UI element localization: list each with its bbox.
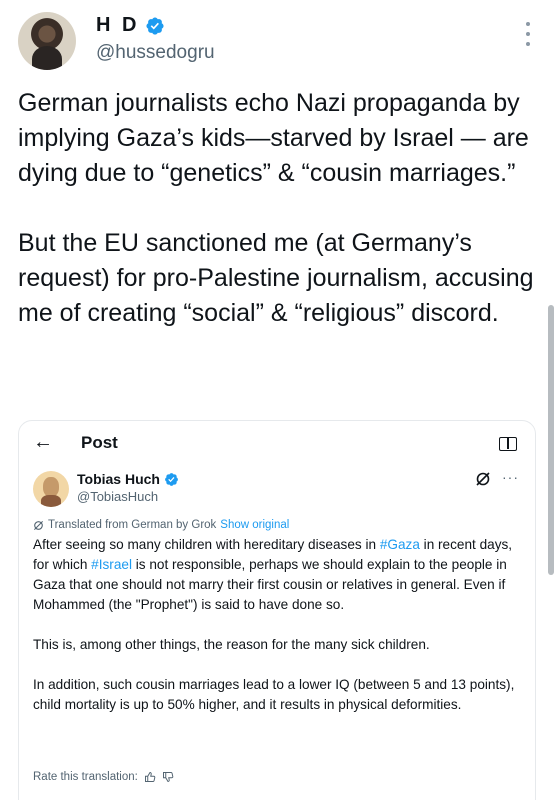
quoted-post-title: Post — [81, 433, 118, 452]
quoted-author-name[interactable]: Tobias Huch — [77, 471, 160, 487]
quoted-author-name-row: Tobias Huch — [77, 471, 179, 487]
quoted-author-handle[interactable]: @TobiasHuch — [77, 489, 158, 504]
quoted-post-body: After seeing so many children with hered… — [33, 535, 521, 735]
grok-icon[interactable] — [475, 471, 491, 487]
reader-mode-icon[interactable] — [499, 437, 517, 451]
author-name[interactable]: H D — [96, 14, 139, 37]
hashtag-gaza-link[interactable]: #Gaza — [380, 537, 420, 552]
quoted-text: After seeing so many children with hered… — [33, 537, 380, 552]
more-options-icon[interactable] — [524, 22, 532, 46]
scrollbar[interactable] — [548, 305, 554, 575]
translated-label: Translated from German by Grok — [48, 519, 217, 531]
hashtag-israel-link[interactable]: #Israel — [91, 557, 132, 572]
rate-translation-label: Rate this translation: — [33, 771, 138, 783]
quoted-verified-badge-icon — [165, 472, 178, 486]
thumbs-up-icon[interactable] — [144, 771, 156, 783]
tweet-paragraph-2: But the EU sanctioned me (at Germany’s r… — [18, 229, 541, 327]
back-arrow-icon[interactable]: ← — [33, 431, 53, 454]
author-name-row: H D — [96, 14, 165, 37]
show-original-link[interactable]: Show original — [220, 519, 289, 531]
author-handle[interactable]: @hussedogru — [96, 42, 215, 64]
quoted-more-options-icon[interactable]: ··· — [502, 469, 519, 485]
tweet-body: German journalists echo Nazi propaganda … — [18, 86, 542, 331]
thumbs-down-icon[interactable] — [162, 771, 174, 783]
rate-translation-row: Rate this translation: — [33, 771, 174, 783]
translation-notice: Translated from German by Grok Show orig… — [33, 519, 289, 531]
quoted-author-avatar[interactable] — [33, 471, 69, 507]
quoted-paragraph-3: In addition, such cousin marriages lead … — [33, 677, 515, 712]
grok-small-icon — [33, 520, 44, 530]
verified-badge-icon — [146, 16, 164, 35]
quoted-post-header: ← Post — [19, 421, 535, 465]
author-avatar[interactable] — [18, 12, 76, 70]
tweet-paragraph-1: German journalists echo Nazi propaganda … — [18, 89, 536, 187]
quoted-paragraph-1: After seeing so many children with hered… — [33, 535, 521, 615]
tweet-header: H D @hussedogru — [0, 0, 554, 80]
quoted-post-card[interactable]: ← Post Tobias Huch @TobiasHuch ··· Trans… — [18, 420, 536, 800]
quoted-paragraph-2: This is, among other things, the reason … — [33, 637, 430, 652]
